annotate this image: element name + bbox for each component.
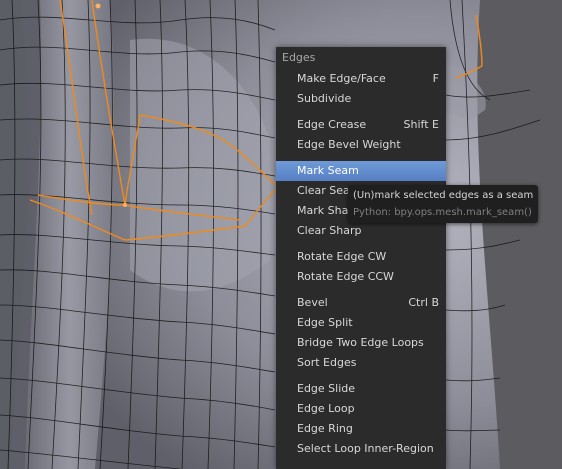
edges-menu: Edges Make Edge/Face F Subdivide Edge Cre… bbox=[276, 47, 446, 469]
menu-item-label: Bridge Two Edge Loops bbox=[297, 336, 424, 349]
menu-item-label: Sort Edges bbox=[297, 356, 357, 369]
menu-item-rotate-edge-ccw[interactable]: Rotate Edge CCW bbox=[276, 267, 446, 287]
menu-item-edge-split[interactable]: Edge Split bbox=[276, 313, 446, 333]
menu-item-make-edge-face[interactable]: Make Edge/Face F bbox=[276, 69, 446, 89]
menu-item-select-loop-inner-region[interactable]: Select Loop Inner-Region bbox=[276, 439, 446, 459]
tooltip: (Un)mark selected edges as a seam Python… bbox=[348, 185, 538, 223]
menu-item-rotate-edge-cw[interactable]: Rotate Edge CW bbox=[276, 247, 446, 267]
menu-item-bevel[interactable]: Bevel Ctrl B bbox=[276, 293, 446, 313]
menu-item-label: Edge Bevel Weight bbox=[297, 138, 401, 151]
menu-item-shortcut: Ctrl B bbox=[408, 296, 439, 309]
menu-item-label: Rotate Edge CCW bbox=[297, 270, 394, 283]
tooltip-description: (Un)mark selected edges as a seam bbox=[353, 190, 534, 201]
menu-item-label: Mark Seam bbox=[297, 164, 359, 177]
menu-item-edge-bevel-weight[interactable]: Edge Bevel Weight bbox=[276, 135, 446, 155]
menu-item-sort-edges[interactable]: Sort Edges bbox=[276, 353, 446, 373]
menu-item-label: Make Edge/Face bbox=[297, 72, 386, 85]
menu-item-clear-sharp[interactable]: Clear Sharp bbox=[276, 221, 446, 241]
menu-item-label: Edge Slide bbox=[297, 382, 356, 395]
menu-item-mark-seam[interactable]: Mark Seam bbox=[276, 161, 446, 181]
menu-item-edge-slide[interactable]: Edge Slide bbox=[276, 379, 446, 399]
menu-item-label: Subdivide bbox=[297, 92, 352, 105]
menu-item-label: Edge Crease bbox=[297, 118, 367, 131]
menu-item-edge-loop[interactable]: Edge Loop bbox=[276, 399, 446, 419]
menu-item-label: Edge Loop bbox=[297, 402, 355, 415]
menu-item-edge-ring[interactable]: Edge Ring bbox=[276, 419, 446, 439]
menu-item-label: Edge Ring bbox=[297, 422, 353, 435]
menu-item-label: Bevel bbox=[297, 296, 328, 309]
menu-item-subdivide[interactable]: Subdivide bbox=[276, 89, 446, 109]
menu-item-shortcut: F bbox=[432, 72, 439, 85]
menu-item-bridge-two-edge-loops[interactable]: Bridge Two Edge Loops bbox=[276, 333, 446, 353]
menu-item-edge-crease[interactable]: Edge Crease Shift E bbox=[276, 115, 446, 135]
menu-title: Edges bbox=[282, 51, 316, 64]
tooltip-python: Python: bpy.ops.mesh.mark_seam() bbox=[353, 207, 532, 218]
menu-item-label: Rotate Edge CW bbox=[297, 250, 387, 263]
menu-item-label: Clear Sharp bbox=[297, 224, 362, 237]
menu-item-label: Edge Split bbox=[297, 316, 353, 329]
menu-item-shortcut: Shift E bbox=[403, 118, 439, 131]
menu-item-label: Select Loop Inner-Region bbox=[297, 442, 434, 455]
